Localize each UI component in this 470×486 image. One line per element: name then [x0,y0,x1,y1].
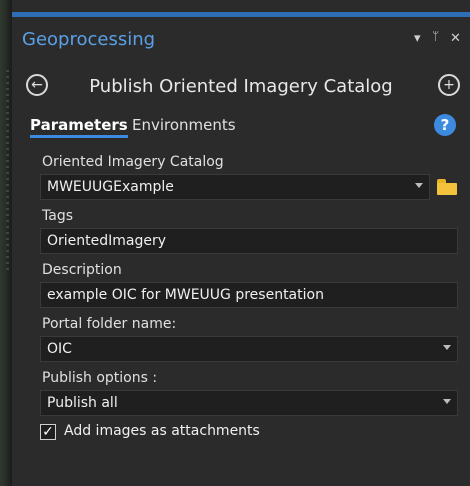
description-input[interactable]: example OIC for MWEUUG presentation [40,282,458,308]
catalog-value: MWEUUGExample [47,179,174,195]
attachments-label: Add images as attachments [64,423,260,439]
pane-title: Geoprocessing [22,29,156,50]
description-label: Description [42,262,122,278]
tab-environments[interactable]: Environments [132,116,236,134]
chevron-down-icon [415,183,423,188]
description-value: example OIC for MWEUUG presentation [47,287,324,303]
folder-browse-icon[interactable] [436,178,458,196]
catalog-label: Oriented Imagery Catalog [42,154,224,170]
pin-icon[interactable]: ᛘ [432,29,439,43]
portal-folder-label: Portal folder name: [42,316,177,332]
close-icon[interactable]: ✕ [450,31,461,46]
publish-options-dropdown[interactable]: Publish all [40,390,458,416]
tags-label: Tags [42,208,73,224]
pane-menu-icon[interactable]: ▾ [414,31,421,46]
portal-folder-dropdown[interactable]: OIC [40,336,458,362]
chevron-down-icon [443,399,451,404]
publish-options-value: Publish all [47,395,118,411]
tool-tabs: Parameters Environments ? [30,114,460,142]
attachments-checkbox[interactable]: ✓ [40,424,56,440]
checkmark-icon: ✓ [42,424,54,440]
tags-value: OrientedImagery [47,233,167,249]
tags-input[interactable]: OrientedImagery [40,228,458,254]
add-button[interactable]: + [438,74,460,96]
tool-title: Publish Oriented Imagery Catalog [89,76,393,97]
help-icon[interactable]: ? [434,114,456,136]
publish-options-label: Publish options : [42,370,158,386]
catalog-dropdown[interactable]: MWEUUGExample [40,174,430,200]
geoprocessing-pane: Geoprocessing ▾ ᛘ ✕ ← Publish Oriented I… [12,0,470,486]
pane-titlebar: Geoprocessing ▾ ᛘ ✕ [12,17,470,63]
tab-parameters[interactable]: Parameters [30,116,128,138]
portal-folder-value: OIC [47,341,72,357]
chevron-down-icon [443,345,451,350]
plus-icon: + [443,77,455,93]
map-edge-strip [0,0,12,486]
tool-header: ← Publish Oriented Imagery Catalog + [12,66,470,106]
